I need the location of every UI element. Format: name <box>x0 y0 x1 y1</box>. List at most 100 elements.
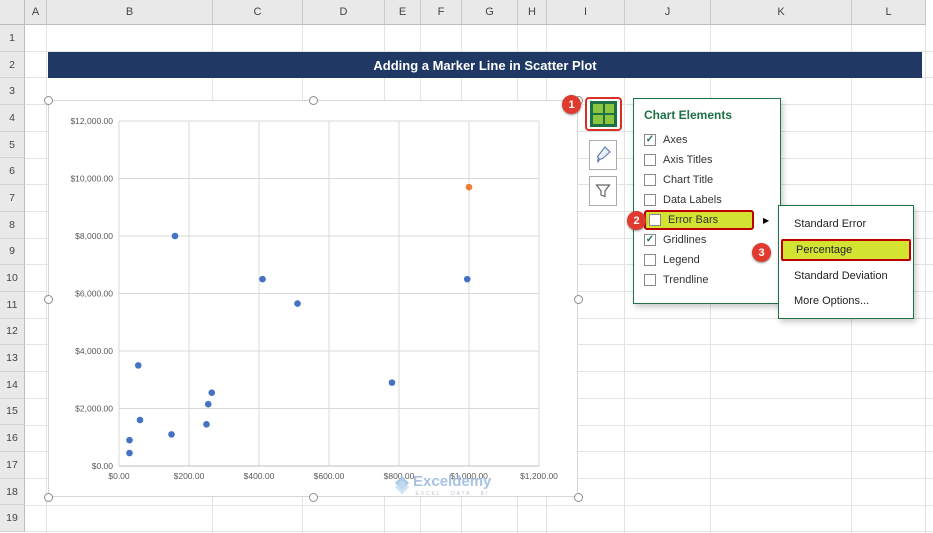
exceldemy-logo-icon <box>394 475 410 491</box>
row-header-5[interactable]: 5 <box>0 131 25 159</box>
chart-filters-button[interactable] <box>589 176 617 206</box>
column-header-d[interactable]: D <box>303 0 385 25</box>
y-axis-tick-label: $6,000.00 <box>75 289 113 299</box>
chart-elements-button[interactable] <box>590 101 617 127</box>
watermark-text: Exceldemy EXCEL · DATA · BI <box>413 474 491 497</box>
watermark: Exceldemy EXCEL · DATA · BI <box>394 474 491 497</box>
column-headers: ABCDEFGHIJKL <box>25 0 926 25</box>
column-header-i[interactable]: I <box>547 0 625 25</box>
submenu-item-standard-deviation[interactable]: Standard Deviation <box>779 266 913 286</box>
checkbox-checked[interactable]: ✓ <box>644 134 656 146</box>
checkbox-unchecked[interactable] <box>644 174 656 186</box>
scatter-point[interactable] <box>463 275 471 283</box>
scatter-point[interactable] <box>208 389 216 396</box>
chart-elements-item-error-bars[interactable]: Error Bars <box>644 210 754 230</box>
chart-elements-menu: Chart Elements ✓ Axes Axis Titles Chart Tit… <box>633 98 781 304</box>
item-label: Trendline <box>663 274 709 286</box>
submenu-item-percentage[interactable]: Percentage <box>781 238 911 261</box>
column-header-b[interactable]: B <box>47 0 213 25</box>
scatter-point[interactable] <box>171 232 179 240</box>
row-header-9[interactable]: 9 <box>0 238 25 266</box>
chart-resize-handle[interactable] <box>309 96 318 105</box>
scatter-point[interactable] <box>204 400 212 408</box>
chart-elements-item-trendline[interactable]: Trendline <box>644 270 780 290</box>
paintbrush-icon <box>596 146 611 164</box>
column-header-j[interactable]: J <box>625 0 711 25</box>
row-header-8[interactable]: 8 <box>0 211 25 239</box>
error-bars-submenu: Standard Error Percentage Standard Deviati… <box>778 205 914 319</box>
chart-resize-handle[interactable] <box>574 295 583 304</box>
item-label: Legend <box>663 254 700 266</box>
row-header-16[interactable]: 16 <box>0 425 25 452</box>
row-header-1[interactable]: 1 <box>0 25 25 52</box>
chart-elements-button-highlight <box>585 97 622 131</box>
submenu-arrow-icon: ▶ <box>763 216 770 225</box>
scatter-point[interactable] <box>134 362 142 369</box>
chart-elements-item-axes[interactable]: ✓ Axes <box>644 130 780 150</box>
checkbox-checked[interactable]: ✓ <box>644 234 656 246</box>
column-header-c[interactable]: C <box>213 0 303 25</box>
row-header-19[interactable]: 19 <box>0 505 25 533</box>
item-label: Axis Titles <box>663 154 713 166</box>
scatter-point[interactable] <box>126 436 133 444</box>
item-label: Axes <box>663 134 688 146</box>
y-axis-tick-label: $0.00 <box>92 461 114 471</box>
scatter-point[interactable] <box>126 449 133 457</box>
select-all-corner[interactable] <box>0 0 25 25</box>
row-header-10[interactable]: 10 <box>0 265 25 292</box>
worksheet-title-banner: Adding a Marker Line in Scatter Plot <box>48 52 922 78</box>
chart-resize-handle[interactable] <box>44 295 53 304</box>
row-header-12[interactable]: 12 <box>0 318 25 346</box>
row-header-4[interactable]: 4 <box>0 105 25 132</box>
checkbox-unchecked[interactable] <box>644 194 656 206</box>
column-header-f[interactable]: F <box>421 0 462 25</box>
chart-elements-title: Chart Elements <box>644 108 733 122</box>
column-header-e[interactable]: E <box>385 0 421 25</box>
column-header-k[interactable]: K <box>711 0 852 25</box>
row-header-18[interactable]: 18 <box>0 478 25 506</box>
scatter-point[interactable] <box>465 183 473 191</box>
grid-line <box>624 25 625 533</box>
checkbox-unchecked[interactable] <box>644 274 656 286</box>
chart-elements-item-data-labels[interactable]: Data Labels <box>644 190 780 210</box>
submenu-item-more-options[interactable]: More Options... <box>779 291 913 311</box>
chart-styles-button[interactable] <box>589 140 617 170</box>
scatter-plot-area: $0.00 $200.00 $400.00 $600.00 $800.00 $1,000.… <box>70 116 558 481</box>
row-header-6[interactable]: 6 <box>0 158 25 186</box>
column-header-l[interactable]: L <box>852 0 926 25</box>
scatter-chart[interactable]: $0.00 $200.00 $400.00 $600.00 $800.00 $1,000.… <box>44 96 583 502</box>
chart-resize-handle[interactable] <box>574 493 583 502</box>
plus-icon <box>593 104 614 124</box>
scatter-point[interactable] <box>168 431 175 438</box>
chart-resize-handle[interactable] <box>309 493 318 502</box>
grid-line <box>25 504 933 506</box>
row-header-7[interactable]: 7 <box>0 185 25 212</box>
scatter-point[interactable] <box>136 416 144 424</box>
chart-elements-item-chart-title[interactable]: Chart Title <box>644 170 780 190</box>
watermark-name: Exceldemy <box>413 473 492 490</box>
chart-resize-handle[interactable] <box>44 96 53 105</box>
column-header-h[interactable]: H <box>518 0 547 25</box>
funnel-icon <box>595 184 611 198</box>
column-header-g[interactable]: G <box>462 0 518 25</box>
checkbox-unchecked[interactable] <box>649 214 661 226</box>
row-header-17[interactable]: 17 <box>0 452 25 479</box>
scatter-point[interactable] <box>203 421 210 428</box>
chart-elements-item-axis-titles[interactable]: Axis Titles <box>644 150 780 170</box>
checkbox-unchecked[interactable] <box>644 154 656 166</box>
row-header-13[interactable]: 13 <box>0 345 25 372</box>
row-header-3[interactable]: 3 <box>0 78 25 106</box>
row-header-14[interactable]: 14 <box>0 371 25 399</box>
scatter-point[interactable] <box>388 379 396 386</box>
row-header-15[interactable]: 15 <box>0 398 25 426</box>
y-axis-tick-label: $4,000.00 <box>75 346 113 356</box>
row-header-11[interactable]: 11 <box>0 291 25 319</box>
chart-resize-handle[interactable] <box>44 493 53 502</box>
checkbox-unchecked[interactable] <box>644 254 656 266</box>
column-header-a[interactable]: A <box>25 0 47 25</box>
row-header-2[interactable]: 2 <box>0 51 25 79</box>
submenu-item-standard-error[interactable]: Standard Error <box>779 214 913 234</box>
scatter-point[interactable] <box>259 275 266 283</box>
step-1-badge: 1 <box>562 95 581 114</box>
scatter-point[interactable] <box>294 300 301 307</box>
